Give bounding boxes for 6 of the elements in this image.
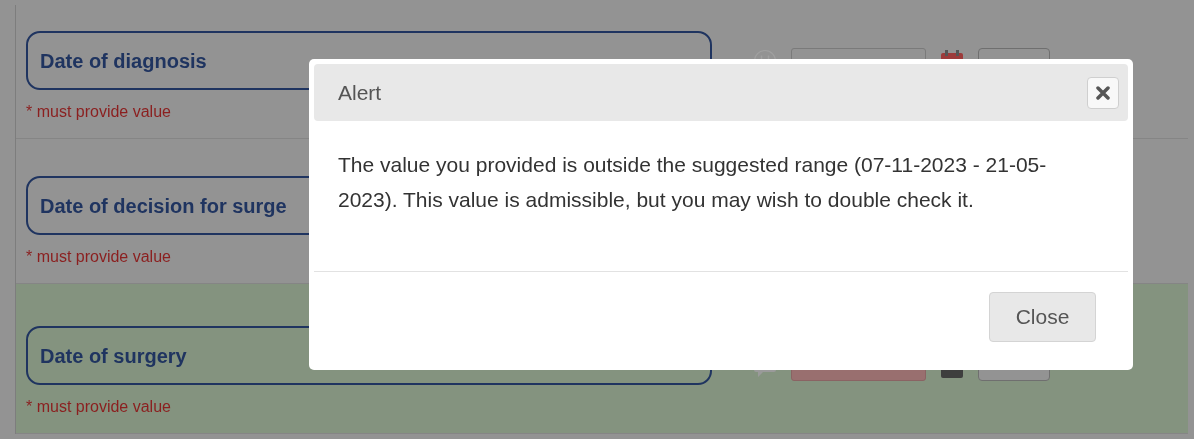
- close-icon: [1096, 85, 1110, 100]
- close-button[interactable]: [1087, 76, 1119, 109]
- required-note: * must provide value: [26, 247, 172, 267]
- required-note: * must provide value: [26, 397, 172, 417]
- dialog-button[interactable]: Close: [989, 292, 1096, 342]
- required-note: * must provide value: [26, 102, 172, 122]
